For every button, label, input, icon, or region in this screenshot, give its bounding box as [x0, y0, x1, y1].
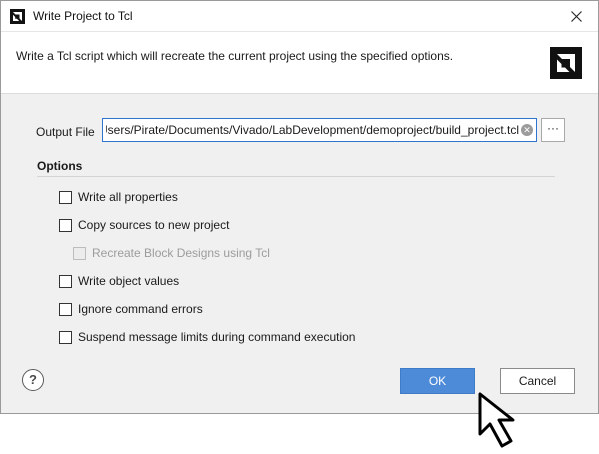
output-file-field[interactable]: ✕: [102, 118, 537, 142]
output-file-input[interactable]: [103, 119, 519, 140]
window-title: Write Project to Tcl: [33, 9, 133, 23]
write-object-values-option[interactable]: Write object values: [59, 274, 179, 288]
copy-sources-option[interactable]: Copy sources to new project: [59, 218, 229, 232]
recreate-block-designs-option: Recreate Block Designs using Tcl: [73, 246, 270, 260]
dialog-description: Write a Tcl script which will recreate t…: [16, 49, 454, 63]
write-project-to-tcl-dialog: Write Project to Tcl Write a Tcl script …: [0, 0, 599, 414]
help-icon: ?: [29, 372, 37, 387]
dialog-header: Write a Tcl script which will recreate t…: [1, 32, 598, 94]
checkbox[interactable]: [59, 190, 72, 204]
checkbox: [73, 246, 86, 260]
option-label: Write all properties: [78, 190, 178, 204]
option-label: Suspend message limits during command ex…: [78, 330, 356, 344]
options-divider: [37, 176, 555, 177]
dialog-body: Output File ✕ ··· Options Write all prop…: [1, 94, 598, 413]
option-label: Recreate Block Designs using Tcl: [92, 246, 270, 260]
options-heading: Options: [37, 159, 83, 173]
mouse-pointer-icon: [478, 392, 515, 448]
browse-button[interactable]: ···: [541, 118, 565, 142]
option-label: Write object values: [78, 274, 180, 288]
help-button[interactable]: ?: [22, 369, 44, 391]
ok-button[interactable]: OK: [400, 368, 475, 394]
close-icon: [570, 11, 582, 22]
checkbox[interactable]: [59, 302, 72, 316]
amd-logo-icon: [550, 47, 582, 79]
checkbox[interactable]: [59, 330, 72, 344]
suspend-message-limits-option[interactable]: Suspend message limits during command ex…: [59, 330, 355, 344]
output-file-label: Output File: [36, 125, 95, 139]
title-bar: Write Project to Tcl: [1, 1, 598, 32]
checkbox[interactable]: [59, 218, 72, 232]
amd-logo-icon: [10, 9, 25, 24]
close-button[interactable]: [554, 1, 598, 32]
checkbox[interactable]: [59, 274, 72, 288]
option-label: Copy sources to new project: [78, 218, 230, 232]
option-label: Ignore command errors: [78, 302, 203, 316]
clear-icon[interactable]: ✕: [521, 124, 533, 136]
write-all-properties-option[interactable]: Write all properties: [59, 190, 178, 204]
ignore-command-errors-option[interactable]: Ignore command errors: [59, 302, 203, 316]
